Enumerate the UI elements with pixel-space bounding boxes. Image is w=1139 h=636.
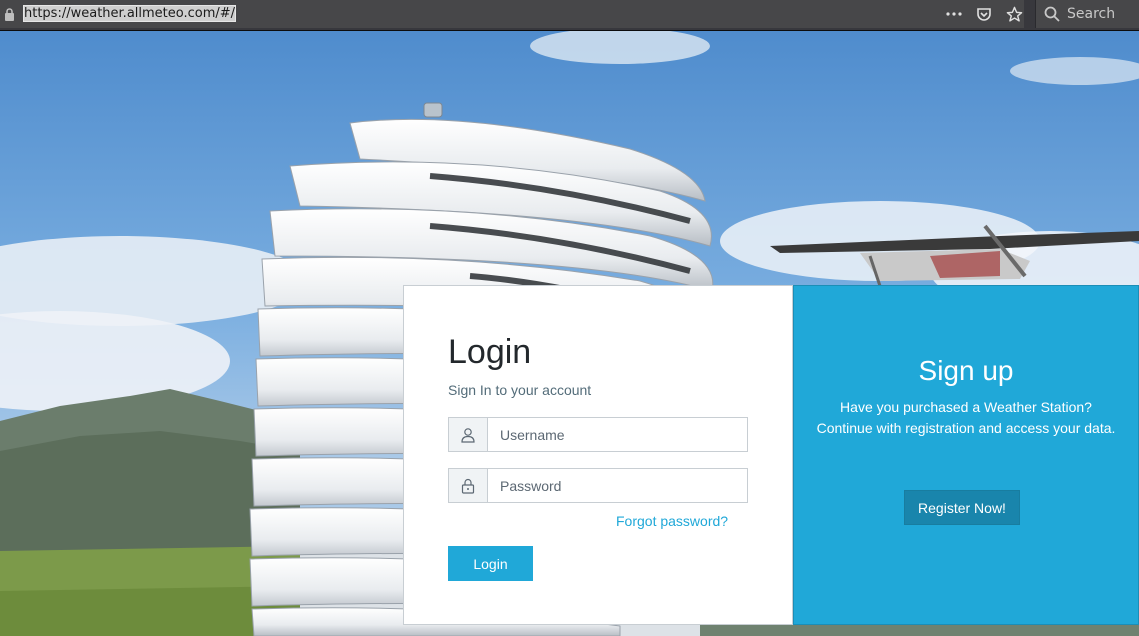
url-text[interactable]: https://weather.allmeteo.com/#/ xyxy=(23,5,237,22)
signup-title: Sign up xyxy=(918,355,1014,386)
login-title: Login xyxy=(448,333,532,371)
forgot-password-link[interactable]: Forgot password? xyxy=(616,513,728,529)
bookmark-star-icon[interactable] xyxy=(1004,4,1024,24)
login-subtitle: Sign In to your account xyxy=(448,382,592,398)
browser-search-box[interactable]: Search xyxy=(1035,0,1139,28)
browser-toolbar: https://weather.allmeteo.com/#/ Search xyxy=(0,0,1139,31)
more-icon[interactable] xyxy=(944,4,964,24)
address-bar[interactable]: https://weather.allmeteo.com/#/ xyxy=(0,0,1024,28)
login-button[interactable]: Login xyxy=(448,546,533,581)
password-input[interactable] xyxy=(488,468,748,503)
search-icon xyxy=(1044,6,1060,22)
login-card: Login Sign In to your account Forgot pas… xyxy=(403,285,793,625)
search-placeholder: Search xyxy=(1067,6,1116,22)
lock-icon xyxy=(448,468,488,503)
signup-card: Sign up Have you purchased a Weather Sta… xyxy=(793,285,1139,625)
register-button[interactable]: Register Now! xyxy=(904,490,1020,525)
signup-description: Have you purchased a Weather Station? Co… xyxy=(816,399,1116,436)
username-group xyxy=(448,417,748,452)
lock-icon xyxy=(5,8,14,21)
pocket-icon[interactable] xyxy=(974,4,994,24)
user-icon xyxy=(448,417,488,452)
username-input[interactable] xyxy=(488,417,748,452)
password-group xyxy=(448,468,748,503)
